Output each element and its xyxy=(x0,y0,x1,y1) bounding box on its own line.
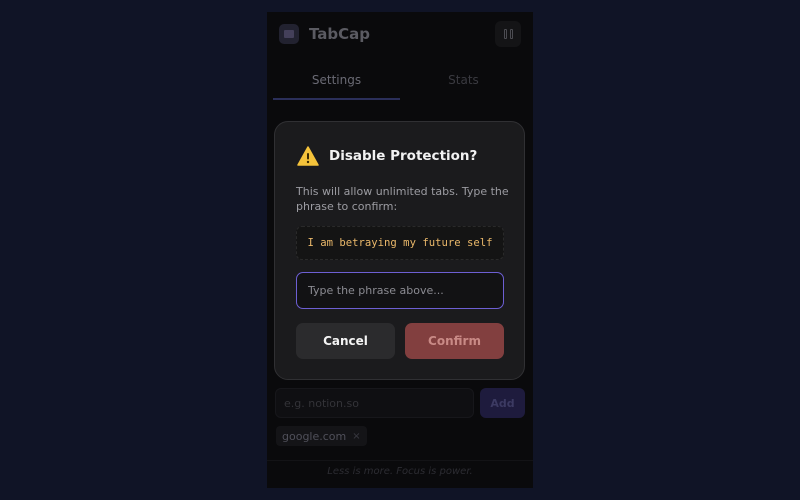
add-button[interactable]: Add xyxy=(480,388,525,418)
warning-icon xyxy=(297,146,319,166)
confirm-button[interactable]: Confirm xyxy=(405,323,504,359)
header: TabCap xyxy=(267,12,533,56)
pause-icon xyxy=(503,29,507,39)
add-site-row: Add xyxy=(275,388,525,418)
dialog-header: Disable Protection? xyxy=(297,146,477,166)
app-title: TabCap xyxy=(309,25,371,43)
cancel-button[interactable]: Cancel xyxy=(296,323,395,359)
tab-settings[interactable]: Settings xyxy=(273,68,400,100)
tab-bar: Settings Stats xyxy=(273,68,527,100)
close-icon[interactable]: × xyxy=(352,431,360,442)
site-chip-label: google.com xyxy=(282,429,347,443)
site-chip: google.com × xyxy=(276,426,367,446)
domain-input[interactable] xyxy=(275,388,474,418)
tab-stats[interactable]: Stats xyxy=(400,68,527,100)
pause-button[interactable] xyxy=(495,21,521,47)
phrase-input[interactable] xyxy=(296,272,504,309)
app-logo-icon xyxy=(279,24,299,44)
footer-tagline: Less is more. Focus is power. xyxy=(267,460,533,488)
dialog-description: This will allow unlimited tabs. Type the… xyxy=(296,185,509,213)
confirmation-phrase: I am betraying my future self xyxy=(296,226,504,260)
dialog-title: Disable Protection? xyxy=(329,148,478,164)
disable-protection-dialog: Disable Protection? This will allow unli… xyxy=(274,121,525,380)
